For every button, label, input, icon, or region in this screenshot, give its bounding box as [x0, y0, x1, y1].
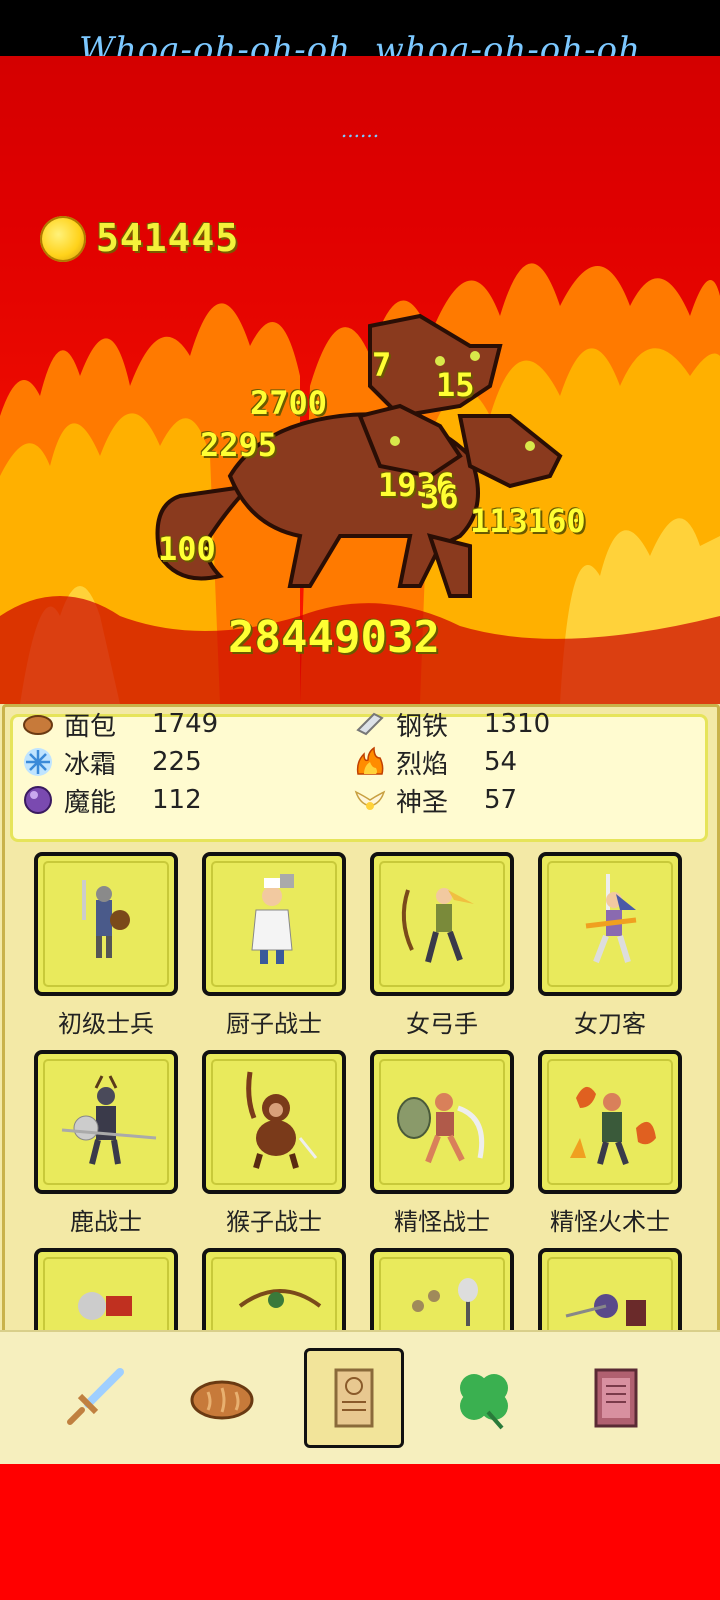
unit-name: 初级士兵 — [58, 1010, 154, 1038]
resource-steel: 钢铁 1310 — [354, 706, 550, 742]
nav-bread-tab[interactable] — [172, 1348, 272, 1448]
resource-name: 烈焰 — [396, 749, 449, 780]
resource-value: 112 — [152, 785, 202, 815]
unit-card-frame — [202, 852, 346, 996]
unit-card-frame — [370, 1050, 514, 1194]
book-icon — [594, 1368, 638, 1428]
unit-name: 女刀客 — [574, 1010, 646, 1038]
nav-sword-tab[interactable] — [44, 1348, 144, 1448]
unit-name: 鹿战士 — [70, 1208, 142, 1236]
total-damage-number: 28449032 — [228, 612, 440, 663]
frost-icon — [22, 746, 54, 778]
unit-card-frame — [370, 852, 514, 996]
unit-card-frame — [538, 1050, 682, 1194]
monkey-warrior-sprite — [246, 1071, 318, 1169]
unit-card-frame — [370, 1248, 514, 1330]
unit-name: 精怪火术士 — [550, 1208, 670, 1236]
damage-number: 7 — [372, 346, 392, 384]
goblin-pyromancer-sprite — [570, 1086, 656, 1166]
unit-name: 厨子战士 — [226, 1010, 322, 1038]
unit-card-frame — [34, 852, 178, 996]
lyric-line-2: ...... — [340, 118, 380, 142]
female-swordsman-sprite — [585, 874, 637, 964]
scroll-icon — [334, 1368, 374, 1428]
magic-orb-icon — [22, 784, 54, 816]
chef-warrior-sprite — [251, 874, 294, 964]
unit-sprite — [565, 1294, 646, 1326]
resource-holy: 神圣 57 — [354, 782, 517, 818]
resource-name: 魔能 — [64, 787, 117, 818]
unit-sprite — [412, 1278, 478, 1326]
holy-wings-icon — [354, 784, 386, 816]
damage-number: 15 — [436, 366, 475, 404]
resource-frost: 冰霜 225 — [22, 744, 202, 780]
unit-card-frame — [202, 1248, 346, 1330]
damage-number: 2295 — [200, 426, 278, 464]
flame-icon — [354, 746, 386, 778]
unit-name: 猴子战士 — [226, 1208, 322, 1236]
resource-name: 冰霜 — [64, 749, 117, 780]
damage-number: 2700 — [250, 384, 328, 422]
resource-magic: 魔能 112 — [22, 782, 202, 818]
damage-number: 100 — [158, 530, 216, 568]
resource-name: 钢铁 — [396, 711, 449, 742]
damage-number: 36 — [420, 478, 459, 516]
unit-sprite — [238, 1289, 322, 1308]
unit-card-frame — [538, 1248, 682, 1330]
bread-icon — [190, 1380, 254, 1420]
clover-icon — [460, 1374, 508, 1430]
resource-value: 1310 — [484, 709, 551, 739]
goblin-warrior-sprite — [397, 1093, 485, 1164]
bottom-filler — [0, 1464, 720, 1600]
resource-value: 1749 — [152, 709, 219, 739]
resource-value: 54 — [484, 747, 518, 777]
unit-name: 女弓手 — [406, 1010, 478, 1038]
resource-name: 神圣 — [396, 787, 449, 818]
resource-value: 57 — [484, 785, 518, 815]
unit-card-frame — [34, 1050, 178, 1194]
resource-value: 225 — [152, 747, 202, 777]
unit-card-frame — [538, 852, 682, 996]
nav-scroll-tab[interactable] — [304, 1348, 404, 1448]
nav-clover-tab[interactable] — [434, 1348, 534, 1448]
unit-sprite — [78, 1292, 132, 1320]
steel-icon — [354, 708, 386, 740]
resource-name: 面包 — [64, 711, 117, 742]
nav-book-tab[interactable] — [566, 1348, 666, 1448]
sword-icon — [67, 1368, 124, 1425]
female-archer-sprite — [401, 888, 474, 963]
unit-grid[interactable]: 初级士兵 厨子战士 女弓手 女刀客 鹿战士 猴子战士 精怪战士 精怪火术士 — [0, 852, 720, 1330]
bread-icon — [22, 708, 54, 740]
deer-warrior-sprite — [61, 1075, 157, 1165]
unit-card-frame — [34, 1248, 178, 1330]
gold-counter: 541445 — [96, 216, 240, 260]
gold-coin-icon — [40, 216, 86, 262]
damage-number: 113160 — [470, 502, 586, 540]
bottom-nav — [0, 1330, 720, 1464]
battle-scene[interactable]: ...... 541445 7 15 2700 2295 1936 36 113… — [0, 56, 720, 704]
novice-soldier-sprite — [82, 880, 130, 958]
unit-card-frame — [202, 1050, 346, 1194]
unit-name: 精怪战士 — [394, 1208, 490, 1236]
resource-bread: 面包 1749 — [22, 706, 218, 742]
resource-flame: 烈焰 54 — [354, 744, 517, 780]
